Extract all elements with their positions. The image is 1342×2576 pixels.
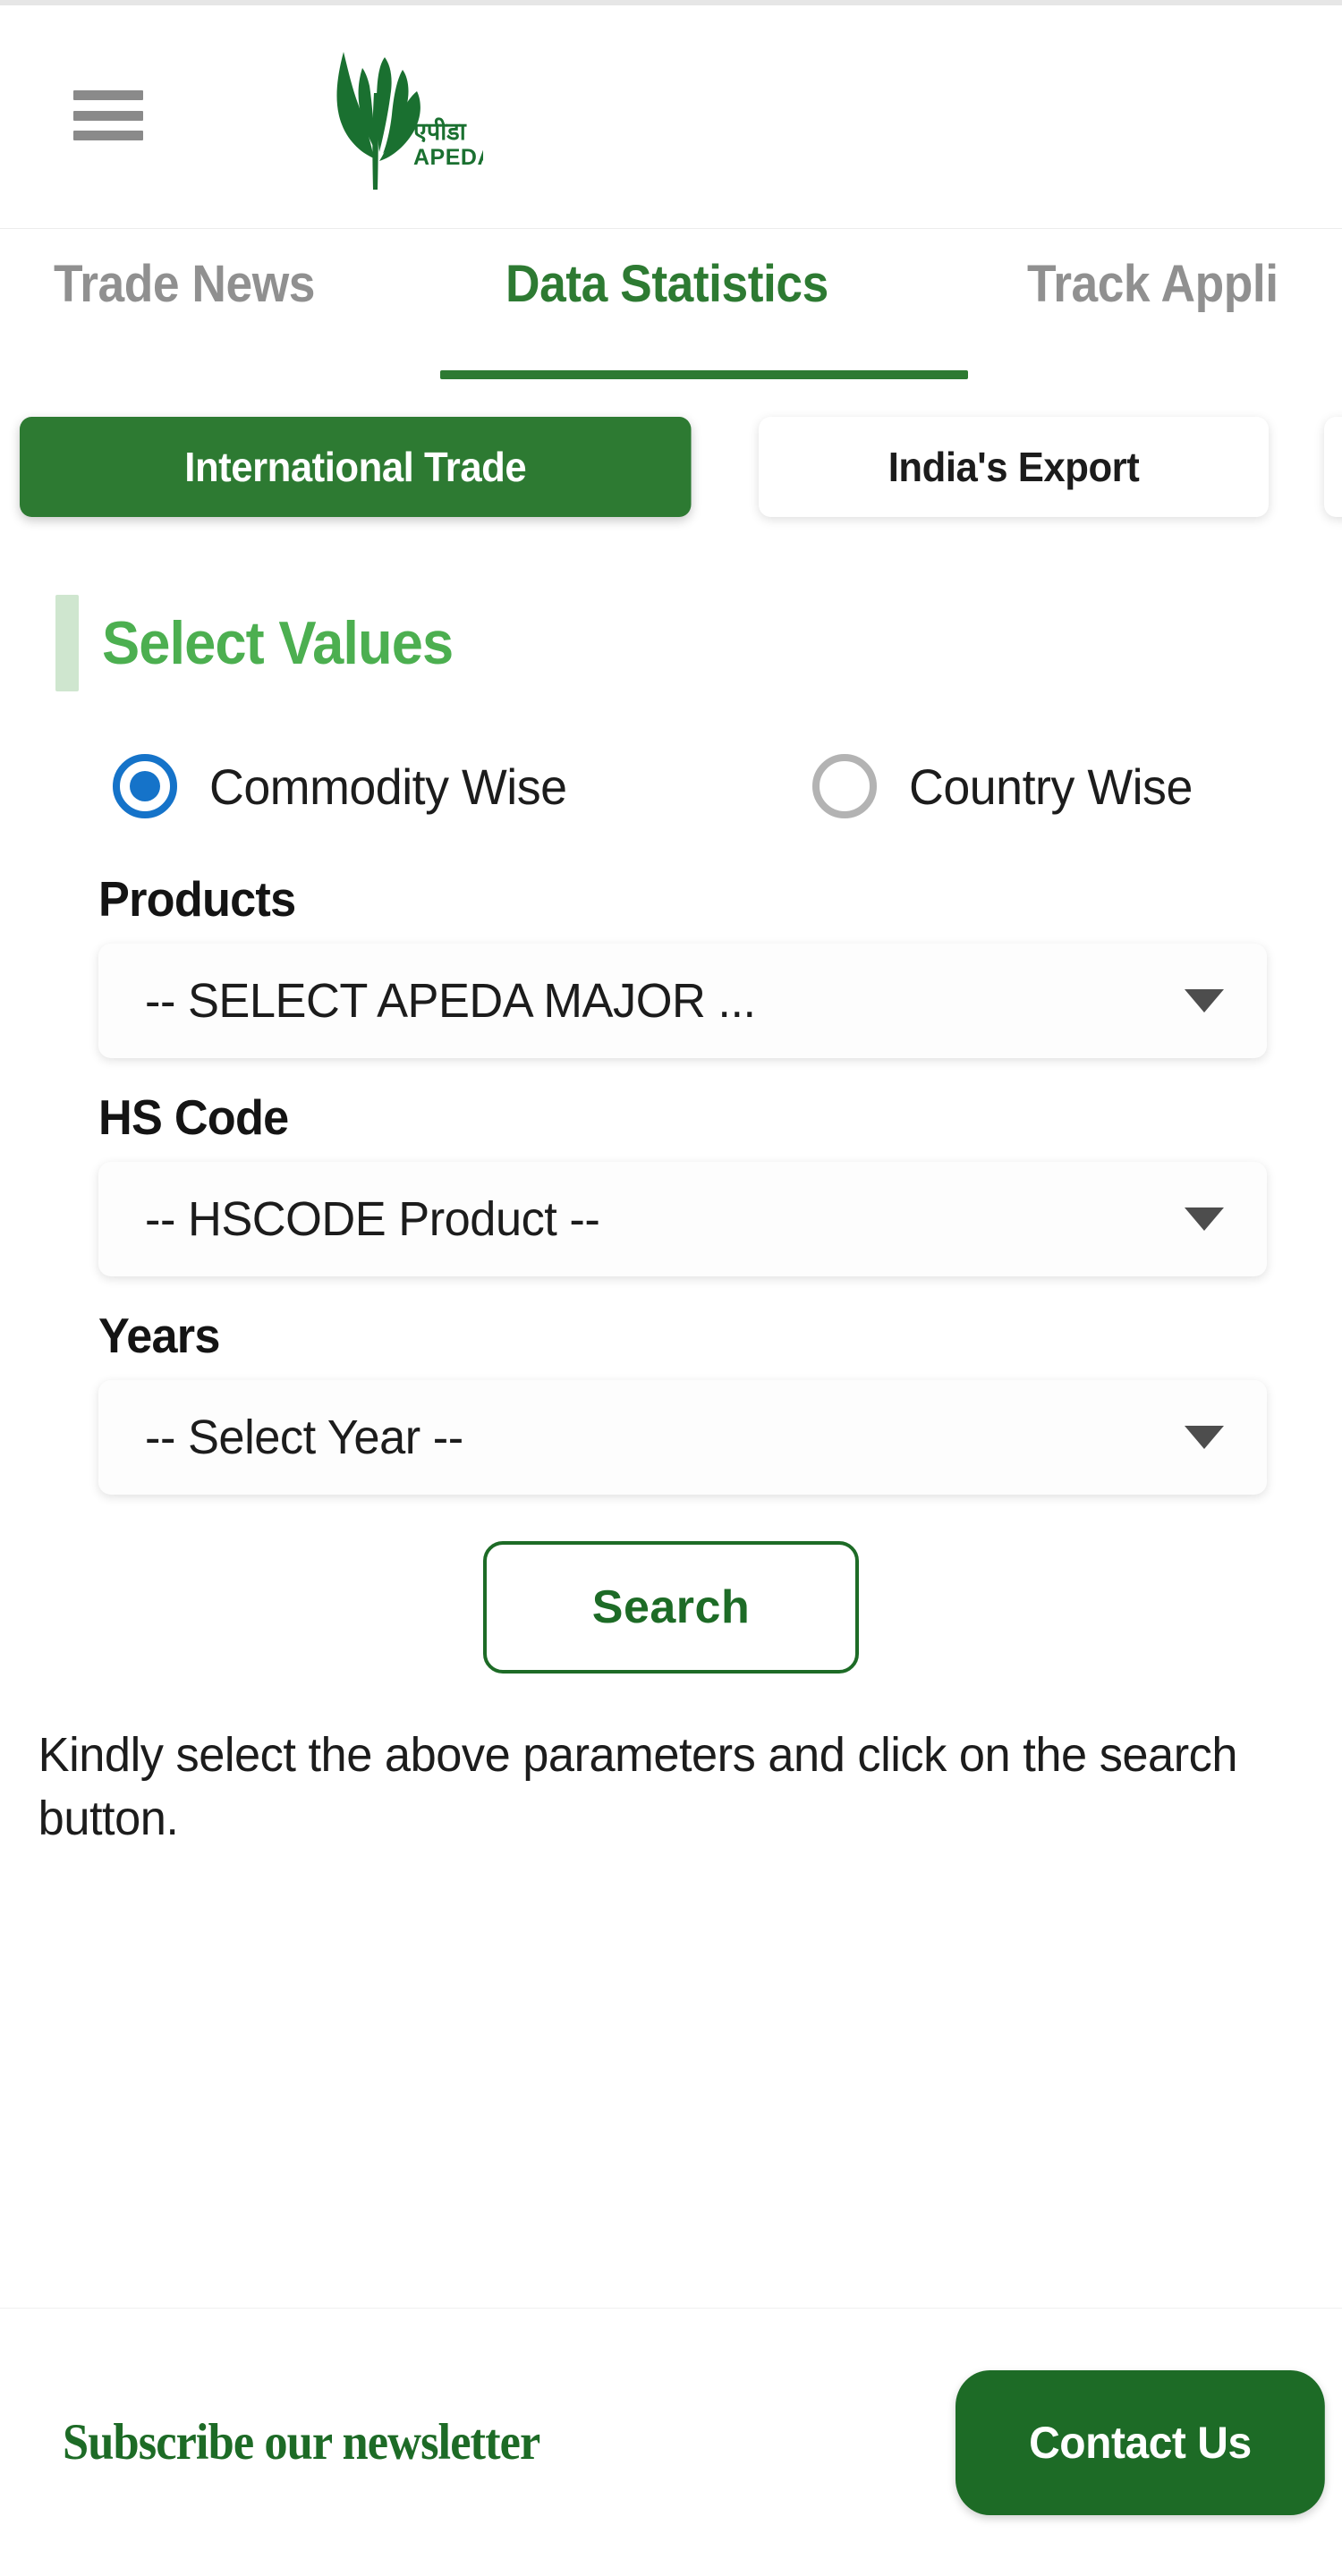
field-products: Products -- SELECT APEDA MAJOR ... (0, 870, 1342, 1058)
site-header: एपीडा APEDA (0, 5, 1342, 229)
site-footer: Subscribe our newsletter Contact Us (0, 2308, 1342, 2576)
chevron-down-icon (1185, 1208, 1224, 1231)
sub-tab-bar: International Trade India's Export (0, 399, 1342, 533)
field-years: Years -- Select Year -- (0, 1307, 1342, 1495)
page-title: Select Values (102, 608, 454, 677)
tab-trade-news[interactable]: Trade News (54, 254, 315, 314)
contact-us-button[interactable]: Contact Us (956, 2369, 1325, 2515)
chevron-down-icon (1185, 1426, 1224, 1449)
years-select[interactable]: -- Select Year -- (98, 1380, 1267, 1495)
search-button-row: Search (0, 1541, 1342, 1674)
radio-commodity-wise[interactable]: Commodity Wise (113, 754, 582, 818)
search-button[interactable]: Search (483, 1541, 859, 1674)
years-label: Years (98, 1308, 220, 1363)
field-hs-code: HS Code -- HSCODE Product -- (0, 1089, 1342, 1276)
subtab-overflow[interactable] (1324, 417, 1342, 517)
tab-data-statistics[interactable]: Data Statistics (505, 254, 828, 314)
hamburger-menu-icon[interactable] (73, 90, 143, 140)
hs-code-selected-value: -- HSCODE Product -- (145, 1192, 600, 1246)
hamburger-bar (73, 90, 143, 100)
hs-code-label: HS Code (98, 1089, 289, 1145)
active-tab-underline (440, 370, 968, 379)
chevron-down-icon (1185, 989, 1224, 1013)
hamburger-bar (73, 131, 143, 140)
subtab-indias-export[interactable]: India's Export (759, 417, 1269, 517)
years-selected-value: -- Select Year -- (145, 1411, 463, 1464)
svg-text:APEDA: APEDA (413, 145, 483, 170)
helper-note: Kindly select the above parameters and c… (38, 1728, 1238, 1846)
radio-unselected-icon (812, 754, 877, 818)
tab-track-application[interactable]: Track Appli (1027, 254, 1278, 314)
svg-text:एपीडा: एपीडा (412, 117, 467, 145)
hamburger-bar (73, 110, 143, 121)
main-tab-bar: Trade News Data Statistics Track Appli (0, 229, 1342, 399)
radio-country-wise[interactable]: Country Wise (812, 754, 1204, 818)
search-mode-radio-group: Commodity Wise Country Wise (0, 754, 1342, 840)
hs-code-select[interactable]: -- HSCODE Product -- (98, 1162, 1267, 1276)
products-selected-value: -- SELECT APEDA MAJOR ... (145, 974, 756, 1028)
radio-selected-icon (113, 754, 177, 818)
apeda-leaf-logo-icon[interactable]: एपीडा APEDA (277, 39, 483, 196)
products-select[interactable]: -- SELECT APEDA MAJOR ... (98, 944, 1267, 1058)
products-label: Products (98, 871, 296, 927)
radio-commodity-wise-label: Commodity Wise (209, 758, 567, 815)
newsletter-link[interactable]: Subscribe our newsletter (63, 2413, 540, 2471)
subtab-international-trade[interactable]: International Trade (20, 417, 692, 517)
select-values-header: Select Values (0, 587, 1342, 699)
page-root: एपीडा APEDA Trade News Data Statistics T… (0, 0, 1342, 2576)
radio-country-wise-label: Country Wise (909, 758, 1193, 815)
section-accent-bar (55, 594, 79, 691)
